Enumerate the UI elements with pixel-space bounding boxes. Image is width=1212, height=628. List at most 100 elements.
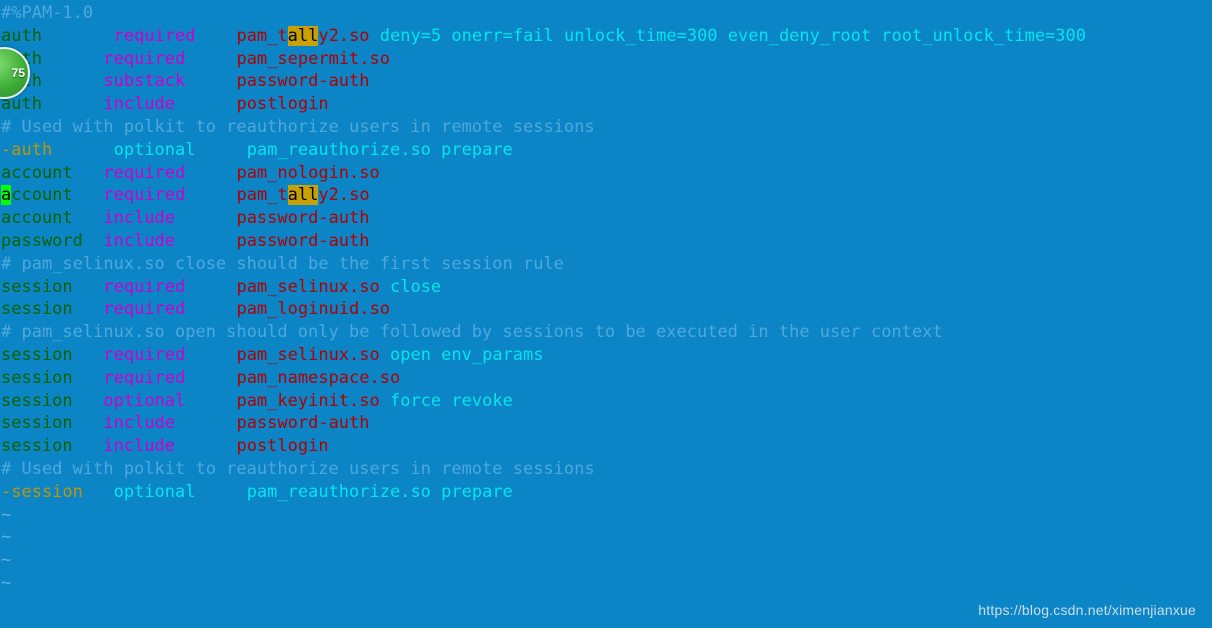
watermark-url: https://blog.csdn.net/ximenjianxue — [978, 602, 1196, 619]
code-token: force revoke — [379, 390, 513, 411]
code-token: pam_reauthorize.so prepare — [246, 481, 513, 502]
code-token: auth — [1, 25, 42, 46]
code-token: deny=5 onerr=fail unlock_time=300 even_d… — [369, 25, 1086, 46]
code-token: session — [1, 367, 73, 388]
vim-buffer-line[interactable]: session required pam_loginuid.so — [0, 298, 1212, 321]
code-token: required — [103, 299, 186, 320]
code-token: pam_t — [236, 25, 288, 46]
code-token: password-auth — [236, 413, 370, 434]
search-highlight: all — [287, 185, 319, 206]
code-token: optional — [113, 481, 196, 502]
code-token: # Used with polkit to reauthorize users … — [1, 116, 595, 137]
code-token: # pam_selinux.so open should only be fol… — [1, 322, 943, 343]
code-token: pam_selinux.so — [236, 344, 380, 365]
vim-buffer-line[interactable]: session optional pam_keyinit.so force re… — [0, 390, 1212, 413]
badge-number: 75 — [11, 66, 25, 80]
code-token: ~ — [1, 504, 12, 525]
code-token: ccount — [11, 185, 73, 206]
vim-buffer-line[interactable]: account include password-auth — [0, 207, 1212, 230]
vim-buffer-line[interactable]: # pam_selinux.so close should be the fir… — [0, 253, 1212, 276]
code-token: required — [103, 276, 186, 297]
code-token: session — [1, 390, 73, 411]
vim-buffer-line[interactable]: auth substack password-auth — [0, 70, 1212, 93]
vim-buffer-line[interactable]: session include password-auth — [0, 412, 1212, 435]
code-token: pam_keyinit.so — [236, 390, 380, 411]
code-token: include — [103, 436, 176, 457]
code-token: session — [1, 436, 73, 457]
code-token: # pam_selinux.so close should be the fir… — [1, 253, 564, 274]
code-token: close — [379, 276, 442, 297]
code-token: required — [113, 25, 196, 46]
vim-buffer-line[interactable]: session required pam_selinux.so open env… — [0, 344, 1212, 367]
code-token: pam_sepermit.so — [236, 48, 390, 69]
vim-empty-line-marker[interactable]: ~ — [0, 572, 1212, 595]
vim-empty-line-marker[interactable]: ~ — [0, 504, 1212, 527]
vim-buffer-line[interactable]: account required pam_tally2.so — [0, 184, 1212, 207]
code-token: y2.so — [318, 185, 370, 206]
vim-buffer-line[interactable]: session include postlogin — [0, 435, 1212, 458]
vim-buffer-line[interactable]: auth required pam_tally2.so deny=5 onerr… — [0, 25, 1212, 48]
code-token: pam_reauthorize.so prepare — [246, 139, 513, 160]
code-token: ~ — [1, 550, 12, 571]
code-token: pam_selinux.so — [236, 276, 380, 297]
code-token: include — [103, 94, 176, 115]
code-token: required — [103, 344, 186, 365]
vim-empty-line-marker[interactable]: ~ — [0, 549, 1212, 572]
vim-buffer-line[interactable]: session required pam_namespace.so — [0, 367, 1212, 390]
vim-buffer-line[interactable]: -session optional pam_reauthorize.so pre… — [0, 481, 1212, 504]
vim-buffer-line[interactable]: password include password-auth — [0, 230, 1212, 253]
vim-text-buffer[interactable]: #%PAM-1.0 auth required pam_tally2.so den… — [0, 2, 1212, 595]
vim-buffer-line[interactable]: -auth optional pam_reauthorize.so prepar… — [0, 139, 1212, 162]
vim-buffer-line[interactable]: # Used with polkit to reauthorize users … — [0, 458, 1212, 481]
vim-buffer-line[interactable]: account required pam_nologin.so — [0, 162, 1212, 185]
code-token: postlogin — [236, 436, 329, 457]
code-token: required — [103, 367, 186, 388]
code-token: substack — [103, 71, 186, 92]
vim-buffer-line[interactable]: # pam_selinux.so open should only be fol… — [0, 321, 1212, 344]
code-token: pam_loginuid.so — [236, 299, 390, 320]
code-token: optional — [103, 390, 186, 411]
terminal-screen: #%PAM-1.0 auth required pam_tally2.so den… — [0, 0, 1212, 628]
code-token: pam_nologin.so — [236, 162, 380, 183]
vim-buffer-line[interactable]: auth include postlogin — [0, 93, 1212, 116]
code-token: password — [1, 230, 83, 251]
code-token: required — [103, 48, 186, 69]
code-token: password-auth — [236, 71, 370, 92]
code-token: session — [1, 344, 73, 365]
code-token: session — [1, 299, 73, 320]
code-token: open env_params — [379, 344, 544, 365]
vim-buffer-line[interactable]: #%PAM-1.0 — [0, 2, 1212, 25]
vim-buffer-line[interactable]: # Used with polkit to reauthorize users … — [0, 116, 1212, 139]
code-token: session — [1, 413, 73, 434]
code-token: required — [103, 185, 186, 206]
code-token: y2.so — [318, 25, 370, 46]
code-token: pam_t — [236, 185, 288, 206]
code-token: # Used with polkit to reauthorize users … — [1, 458, 595, 479]
vim-buffer-line[interactable]: session required pam_selinux.so close — [0, 276, 1212, 299]
vim-buffer-line[interactable]: auth required pam_sepermit.so — [0, 48, 1212, 71]
code-token: session — [1, 276, 73, 297]
vim-empty-line-marker[interactable]: ~ — [0, 526, 1212, 549]
